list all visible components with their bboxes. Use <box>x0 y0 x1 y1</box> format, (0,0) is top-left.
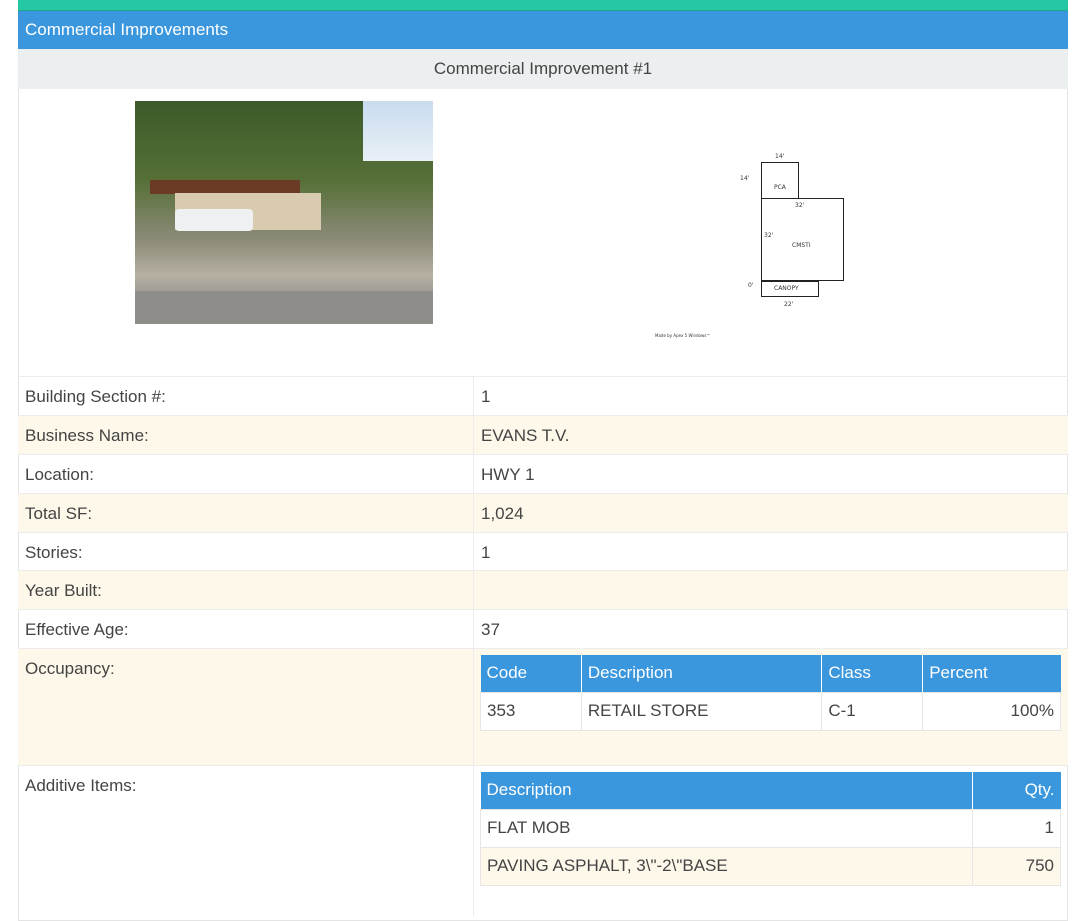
photo-roof <box>150 180 300 194</box>
additive-qty: 750 <box>972 846 1061 886</box>
field-row-effective-age: Effective Age: 37 <box>18 609 1068 648</box>
field-label: Year Built: <box>25 581 102 600</box>
photo-sky <box>363 101 433 161</box>
table-header-row: Code Description Class Percent <box>480 655 1061 692</box>
table-header-row: Description Qty. <box>480 772 1061 809</box>
field-label: Effective Age: <box>25 620 129 639</box>
additive-description: FLAT MOB <box>479 808 974 848</box>
field-value <box>473 571 1068 609</box>
field-label: Total SF: <box>25 504 93 523</box>
table-row: PAVING ASPHALT, 3\"-2\"BASE 750 <box>479 846 1061 886</box>
additive-items-table: Description Qty. FLAT MOB 1 PAVING ASPHA… <box>479 772 1061 886</box>
field-label: Additive Items: <box>25 776 137 795</box>
sketch-label: 32' <box>795 202 805 209</box>
section-title: Commercial Improvements <box>18 11 1068 49</box>
field-value: HWY 1 <box>473 455 1068 493</box>
photo-truck <box>175 209 253 231</box>
field-value: EVANS T.V. <box>473 416 1068 454</box>
column-header: Description <box>581 655 823 692</box>
column-header: Description <box>480 772 974 809</box>
sketch-main-box <box>761 198 844 281</box>
sketch-label: 0' <box>748 282 754 289</box>
improvement-title: Commercial Improvement #1 <box>18 49 1068 89</box>
sketch-label: CANOPY <box>774 285 799 292</box>
occupancy-code: 353 <box>480 691 582 731</box>
field-label: Location: <box>25 465 94 484</box>
building-sketch[interactable]: 14' 14' PCA 32' 32' CMSTI 0' CANOPY 22' … <box>640 150 860 345</box>
additive-qty: 1 <box>972 808 1061 848</box>
sketch-label: 14' <box>740 175 750 182</box>
field-row-business-name: Business Name: EVANS T.V. <box>18 415 1068 454</box>
field-row-year-built: Year Built: <box>18 570 1068 609</box>
field-row-building-section: Building Section #: 1 <box>18 376 1068 415</box>
column-header: Qty. <box>972 772 1061 809</box>
building-photo[interactable] <box>135 101 433 324</box>
occupancy-percent: 100% <box>922 691 1061 731</box>
column-header: Percent <box>922 655 1061 692</box>
field-label: Occupancy: <box>25 659 115 678</box>
sketch-label: PCA <box>774 184 786 191</box>
sketch-label: 14' <box>775 153 785 160</box>
sketch-label: 22' <box>784 301 794 308</box>
field-value: 37 <box>473 610 1068 648</box>
field-value: 1 <box>473 533 1068 571</box>
column-header: Code <box>480 655 582 692</box>
field-row-total-sf: Total SF: 1,024 <box>18 493 1068 532</box>
occupancy-table: Code Description Class Percent 353 RETAI… <box>480 655 1061 731</box>
sketch-label: 32' <box>764 232 774 239</box>
photo-road <box>135 291 433 324</box>
occupancy-description: RETAIL STORE <box>580 691 823 731</box>
occupancy-class: C-1 <box>821 691 924 731</box>
field-row-location: Location: HWY 1 <box>18 454 1068 493</box>
sketch-label: CMSTI <box>792 242 811 249</box>
top-accent-bar <box>18 0 1068 11</box>
column-header: Class <box>821 655 924 692</box>
field-label: Building Section #: <box>25 387 166 406</box>
field-row-stories: Stories: 1 <box>18 532 1068 571</box>
table-row: FLAT MOB 1 <box>479 808 1061 848</box>
field-label: Stories: <box>25 543 83 562</box>
field-label: Business Name: <box>25 426 149 445</box>
table-row: 353 RETAIL STORE C-1 100% <box>480 691 1061 731</box>
sketch-pca-box <box>761 162 799 200</box>
additive-description: PAVING ASPHALT, 3\"-2\"BASE <box>479 846 974 886</box>
field-value: 1 <box>473 377 1068 415</box>
sketch-credit: Made by Apex 5 Windows™ <box>655 333 711 338</box>
field-value: 1,024 <box>473 494 1068 532</box>
